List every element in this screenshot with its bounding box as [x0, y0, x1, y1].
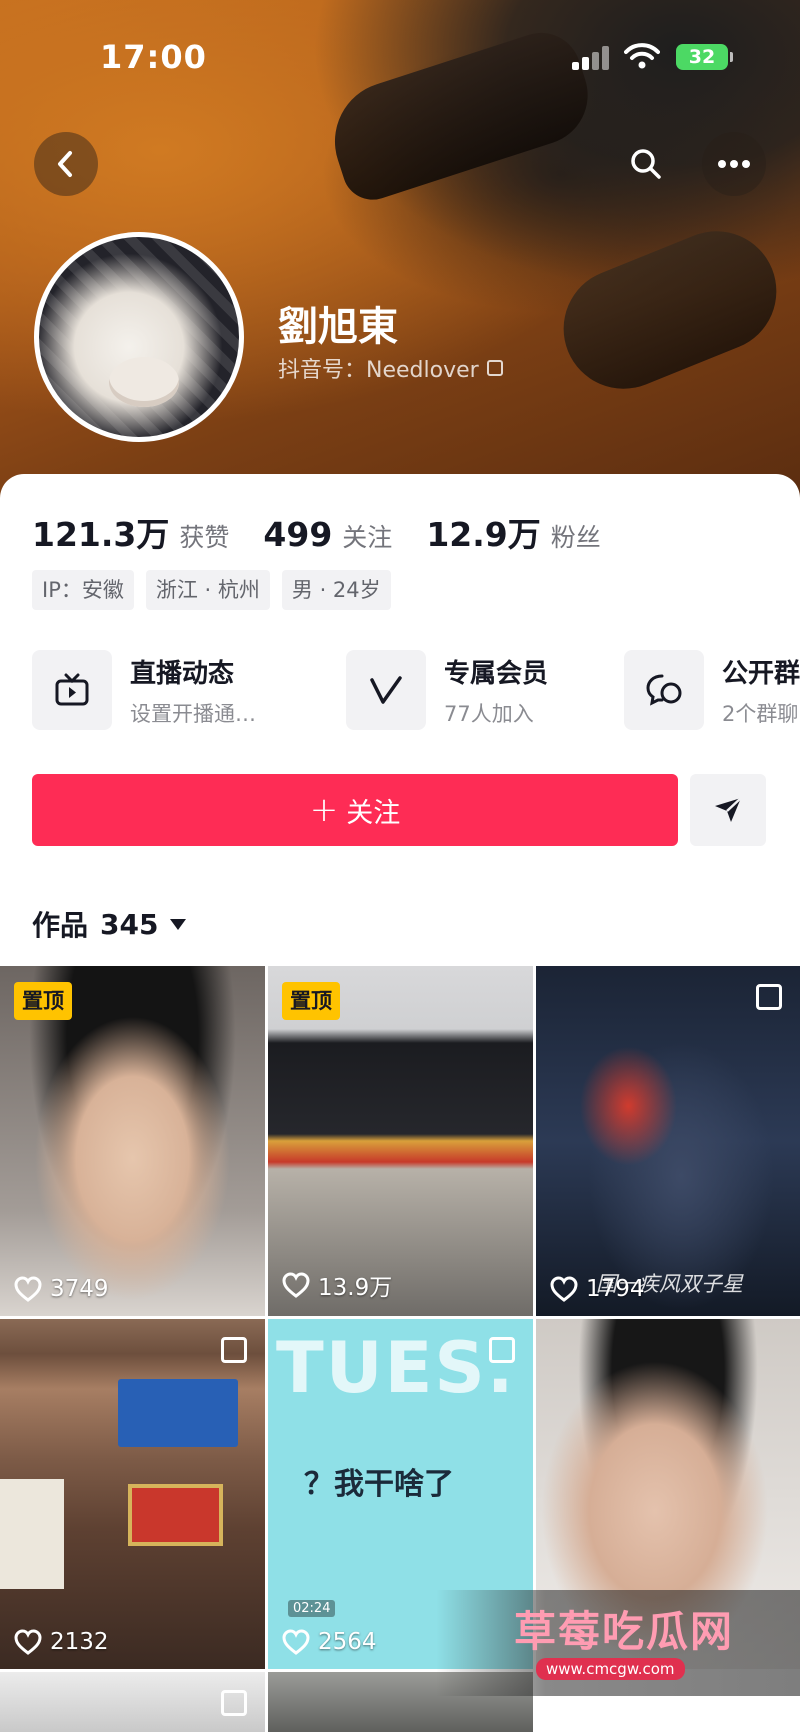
vip-icon	[370, 676, 402, 704]
feature-membership[interactable]: 专属会员 77人加入	[346, 650, 548, 730]
douyin-id-text: 抖音号：Needlover	[278, 358, 479, 383]
pinned-badge: 置顶	[282, 982, 340, 1020]
video-big-text: TUES.	[276, 1327, 516, 1409]
feature-row: 直播动态 设置开播通… 专属会员 77人加入 公开群 2个群聊	[32, 650, 800, 734]
video-tile[interactable]: 置顶 3749	[0, 966, 265, 1316]
video-tile[interactable]: 置顶 13.9万	[268, 966, 533, 1316]
like-count-text: 1794	[586, 1276, 645, 1302]
heart-icon	[550, 1276, 578, 1302]
tag-ip: IP：安徽	[32, 570, 134, 610]
works-tab[interactable]: 作品 345	[32, 904, 187, 944]
search-icon	[631, 149, 661, 179]
chat-icon	[646, 674, 682, 706]
profile-name: 劉旭東	[278, 304, 398, 350]
watermark-title: 草莓吃瓜网	[514, 1607, 735, 1656]
works-label: 作品	[32, 909, 89, 942]
heart-icon	[14, 1276, 42, 1302]
feature-group-chat[interactable]: 公开群 2个群聊	[624, 650, 800, 730]
feature-icon-box	[346, 650, 426, 730]
feature-subtitle: 设置开播通…	[130, 701, 256, 726]
like-count-text: 2132	[50, 1629, 109, 1655]
profile-card: 121.3万 获赞 499 关注 12.9万 粉丝 IP：安徽 浙江 · 杭州 …	[0, 474, 800, 1736]
stat-label: 粉丝	[550, 523, 601, 552]
video-caption: ？我干啥了	[304, 1467, 454, 1502]
watermark: 草莓吃瓜网 www.cmcgw.com	[436, 1590, 800, 1696]
copy-icon[interactable]	[486, 360, 503, 376]
like-count: 3749	[14, 1276, 109, 1302]
stat-value: 12.9万	[426, 515, 541, 554]
caret-down-icon	[170, 918, 187, 930]
more-dots-icon	[718, 160, 750, 168]
send-icon	[715, 797, 742, 822]
stat-likes[interactable]: 121.3万 获赞	[32, 508, 229, 556]
feature-icon-box	[32, 650, 112, 730]
like-count: 1794	[550, 1276, 645, 1302]
heart-icon	[282, 1629, 310, 1655]
heart-icon	[14, 1629, 42, 1655]
chevron-left-icon	[58, 151, 72, 177]
stat-value: 499	[263, 515, 333, 554]
feature-title: 直播动态	[130, 658, 235, 689]
watermark-url: www.cmcgw.com	[536, 1658, 685, 1680]
video-thumbnail-shape	[118, 1379, 238, 1447]
follow-button[interactable]: + 关注	[32, 774, 678, 846]
video-tile[interactable]	[0, 1672, 265, 1732]
video-thumbnail-shape	[128, 1484, 223, 1546]
follow-label: 关注	[346, 797, 401, 829]
feature-title: 专属会员	[444, 658, 549, 689]
stat-value: 121.3万	[32, 515, 170, 554]
stat-label: 获赞	[179, 523, 230, 552]
wifi-icon	[624, 43, 660, 69]
message-button[interactable]	[690, 774, 766, 846]
stat-label: 关注	[342, 523, 393, 552]
feature-subtitle: 77人加入	[444, 701, 534, 726]
profile-tags: IP：安徽 浙江 · 杭州 男 · 24岁	[32, 570, 391, 610]
video-tile[interactable]: 2132	[0, 1319, 265, 1669]
avatar-cat-shape	[109, 357, 179, 407]
battery-indicator: 32	[676, 44, 733, 70]
tag-gender-age: 男 · 24岁	[281, 570, 391, 610]
douyin-id[interactable]: 抖音号：Needlover	[278, 352, 503, 384]
stats-row: 121.3万 获赞 499 关注 12.9万 粉丝	[32, 508, 601, 556]
avatar[interactable]	[34, 232, 244, 442]
search-button[interactable]	[614, 132, 678, 196]
feature-live[interactable]: 直播动态 设置开播通…	[32, 650, 256, 730]
cellular-signal-icon	[572, 44, 612, 70]
like-count: 13.9万	[282, 1268, 392, 1302]
heart-icon	[282, 1272, 310, 1298]
stat-followers[interactable]: 12.9万 粉丝	[426, 508, 600, 556]
tag-location: 浙江 · 杭州	[145, 570, 270, 610]
multi-image-icon	[756, 984, 782, 1010]
cover-shoe-shape	[545, 213, 795, 407]
like-count-text: 3749	[50, 1276, 109, 1302]
video-tile[interactable]: 国一疾风双子星 1794	[536, 966, 800, 1316]
more-button[interactable]	[702, 132, 766, 196]
video-duration: 02:24	[288, 1600, 336, 1617]
multi-image-icon	[221, 1337, 247, 1363]
like-count: 2564	[282, 1629, 377, 1655]
tv-icon	[55, 673, 89, 706]
multi-image-icon	[221, 1690, 247, 1716]
feature-subtitle: 2个群聊	[722, 701, 799, 726]
multi-image-icon	[489, 1337, 515, 1363]
like-count-text: 13.9万	[318, 1275, 393, 1301]
feature-icon-box	[624, 650, 704, 730]
works-count: 345	[100, 907, 159, 941]
status-bar: 17:00 32	[0, 0, 800, 110]
pinned-badge: 置顶	[14, 982, 72, 1020]
like-count-text: 2564	[318, 1629, 377, 1655]
like-count: 2132	[14, 1629, 109, 1655]
plus-icon: +	[309, 790, 339, 830]
stat-following[interactable]: 499 关注	[263, 515, 392, 554]
video-thumbnail-shape	[0, 1479, 64, 1589]
feature-title: 公开群	[722, 658, 800, 689]
back-button[interactable]	[34, 132, 98, 196]
status-time: 17:00	[100, 38, 207, 76]
